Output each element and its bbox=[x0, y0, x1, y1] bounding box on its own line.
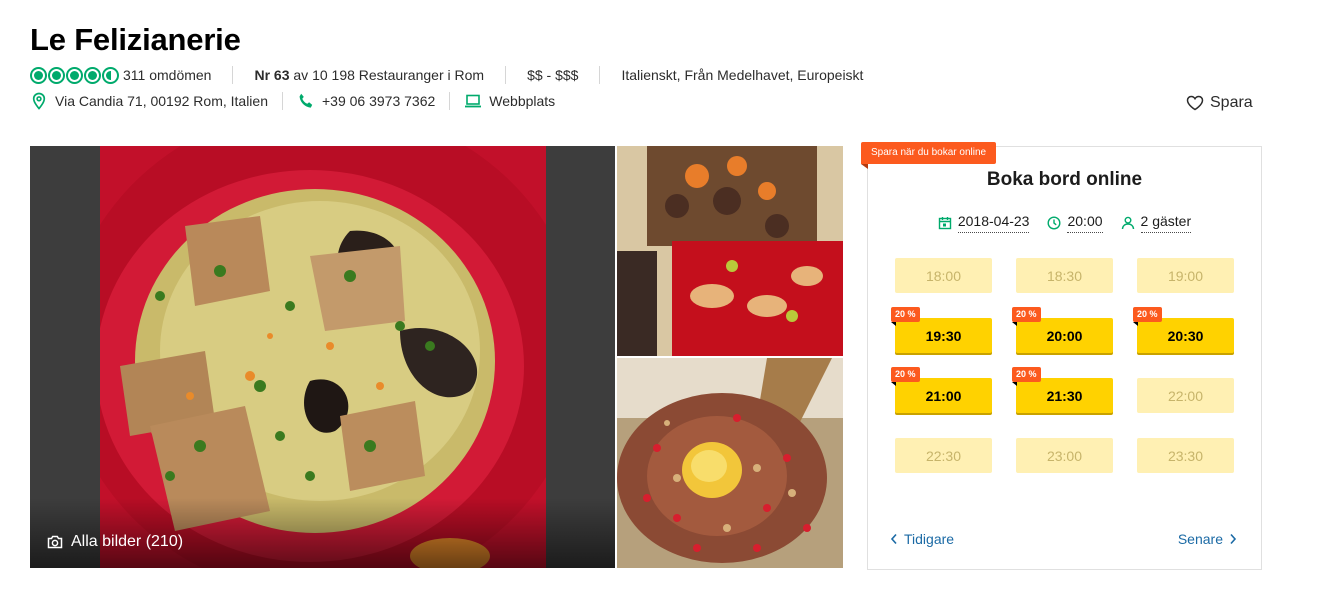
date-value: 2018-04-23 bbox=[957, 213, 1030, 233]
later-label: Senare bbox=[1177, 531, 1223, 547]
rating-half-bubble-icon bbox=[102, 66, 119, 84]
rating-bubble-icon bbox=[66, 66, 83, 84]
booking-selectors: 2018-04-23 20:00 2 gäster bbox=[868, 213, 1261, 233]
rating-bubble-icon bbox=[30, 66, 47, 84]
address-link[interactable]: Via Candia 71, 00192 Rom, Italien bbox=[30, 92, 268, 110]
all-photos-label: Alla bilder (210) bbox=[71, 533, 184, 550]
restaurant-meta: 311 omdömen Nr 63 av 10 198 Restauranger… bbox=[30, 65, 863, 85]
chevron-left-icon bbox=[890, 533, 897, 545]
date-selector[interactable]: 2018-04-23 bbox=[938, 213, 1030, 233]
time-selector[interactable]: 20:00 bbox=[1047, 213, 1103, 233]
time-slot-label: 21:00 bbox=[925, 387, 962, 404]
time-slot-label: 22:00 bbox=[1167, 387, 1204, 404]
earlier-label: Tidigare bbox=[904, 531, 955, 547]
divider bbox=[505, 66, 507, 84]
time-slot-button: 18:00 bbox=[895, 258, 992, 293]
time-slot-label: 22:30 bbox=[925, 447, 962, 464]
review-count-link[interactable]: 311 omdömen bbox=[123, 67, 211, 83]
price-range: $$ - $$$ bbox=[527, 67, 579, 83]
time-slot-label: 18:30 bbox=[1046, 267, 1083, 284]
time-slot-label: 23:30 bbox=[1167, 447, 1204, 464]
time-slot-button[interactable]: 21:30 20 % bbox=[1012, 367, 1113, 413]
phone-icon bbox=[299, 93, 313, 108]
divider bbox=[449, 92, 451, 110]
website-text: Webbplats bbox=[489, 93, 556, 109]
save-button[interactable]: Spara bbox=[1186, 94, 1253, 112]
divider bbox=[599, 66, 601, 84]
heart-icon bbox=[1186, 95, 1204, 111]
time-slot-button: 18:30 bbox=[1016, 258, 1113, 293]
all-photos-button[interactable]: Alla bilder (210) bbox=[47, 533, 183, 551]
cuisines-link[interactable]: Italienskt, Från Medelhavet, Europeiskt bbox=[621, 67, 863, 83]
divider bbox=[282, 92, 283, 110]
restaurant-name: Le Felizianerie bbox=[30, 22, 241, 57]
food-photo-bottom[interactable] bbox=[617, 358, 843, 568]
time-slot-button[interactable]: 20:30 20 % bbox=[1133, 307, 1234, 353]
laptop-icon bbox=[465, 94, 482, 108]
divider bbox=[232, 66, 234, 84]
time-slot-button: 23:30 bbox=[1137, 438, 1234, 473]
rating-bubbles bbox=[30, 66, 119, 84]
chevron-right-icon bbox=[1230, 533, 1237, 545]
guests-value: 2 gäster bbox=[1140, 213, 1192, 233]
discount-badge: 20 % bbox=[1012, 307, 1041, 326]
address-text: Via Candia 71, 00192 Rom, Italien bbox=[55, 93, 268, 109]
time-slot-button: 19:00 bbox=[1137, 258, 1234, 293]
discount-badge: 20 % bbox=[891, 367, 920, 386]
time-slot-label: 20:00 bbox=[1046, 327, 1083, 344]
main-photo[interactable]: Alla bilder (210) bbox=[30, 146, 615, 568]
guests-selector[interactable]: 2 gäster bbox=[1121, 213, 1192, 233]
time-slot-label: 23:00 bbox=[1046, 447, 1083, 464]
phone-text: +39 06 3973 7362 bbox=[322, 93, 436, 109]
booking-widget: Spara när du bokar online Boka bord onli… bbox=[861, 142, 1262, 570]
time-slot-button[interactable]: 19:30 20 % bbox=[891, 307, 992, 353]
ranking-link[interactable]: Nr 63 av 10 198 Restauranger i Rom bbox=[254, 67, 484, 83]
time-value: 20:00 bbox=[1067, 213, 1103, 233]
time-slot-label: 19:30 bbox=[925, 327, 962, 344]
time-slot-button: 23:00 bbox=[1016, 438, 1113, 473]
promo-tag: Spara när du bokar online bbox=[861, 142, 997, 169]
rank-text: av 10 198 Restauranger i Rom bbox=[293, 67, 485, 83]
person-icon bbox=[1121, 216, 1134, 230]
time-slot-label: 21:30 bbox=[1046, 387, 1083, 404]
discount-badge: 20 % bbox=[1012, 367, 1041, 386]
map-pin-icon bbox=[32, 92, 46, 110]
time-slot-label: 20:30 bbox=[1167, 327, 1204, 344]
time-slot-button[interactable]: 20:00 20 % bbox=[1012, 307, 1113, 353]
save-label: Spara bbox=[1210, 94, 1253, 111]
rating-bubble-icon bbox=[48, 66, 65, 84]
phone-link[interactable]: +39 06 3973 7362 bbox=[297, 92, 435, 110]
later-button[interactable]: Senare bbox=[1178, 531, 1237, 547]
time-slot-button: 22:00 bbox=[1137, 378, 1234, 413]
time-slot-label: 18:00 bbox=[925, 267, 962, 284]
rating-bubble-icon bbox=[84, 66, 101, 84]
time-slot-button[interactable]: 21:00 20 % bbox=[891, 367, 992, 413]
food-photo-top[interactable] bbox=[617, 146, 843, 356]
earlier-button[interactable]: Tidigare bbox=[890, 531, 954, 547]
rank-number: Nr 63 bbox=[254, 67, 290, 83]
discount-badge: 20 % bbox=[891, 307, 920, 326]
booking-title: Boka bord online bbox=[986, 169, 1143, 190]
calendar-icon bbox=[938, 217, 952, 230]
website-link[interactable]: Webbplats bbox=[464, 92, 555, 110]
clock-icon bbox=[1047, 216, 1061, 230]
camera-icon bbox=[47, 535, 63, 549]
time-slot-label: 19:00 bbox=[1167, 267, 1204, 284]
time-slot-button: 22:30 bbox=[895, 438, 992, 473]
contact-row: Via Candia 71, 00192 Rom, Italien +39 06… bbox=[30, 91, 555, 111]
discount-badge: 20 % bbox=[1133, 307, 1162, 326]
